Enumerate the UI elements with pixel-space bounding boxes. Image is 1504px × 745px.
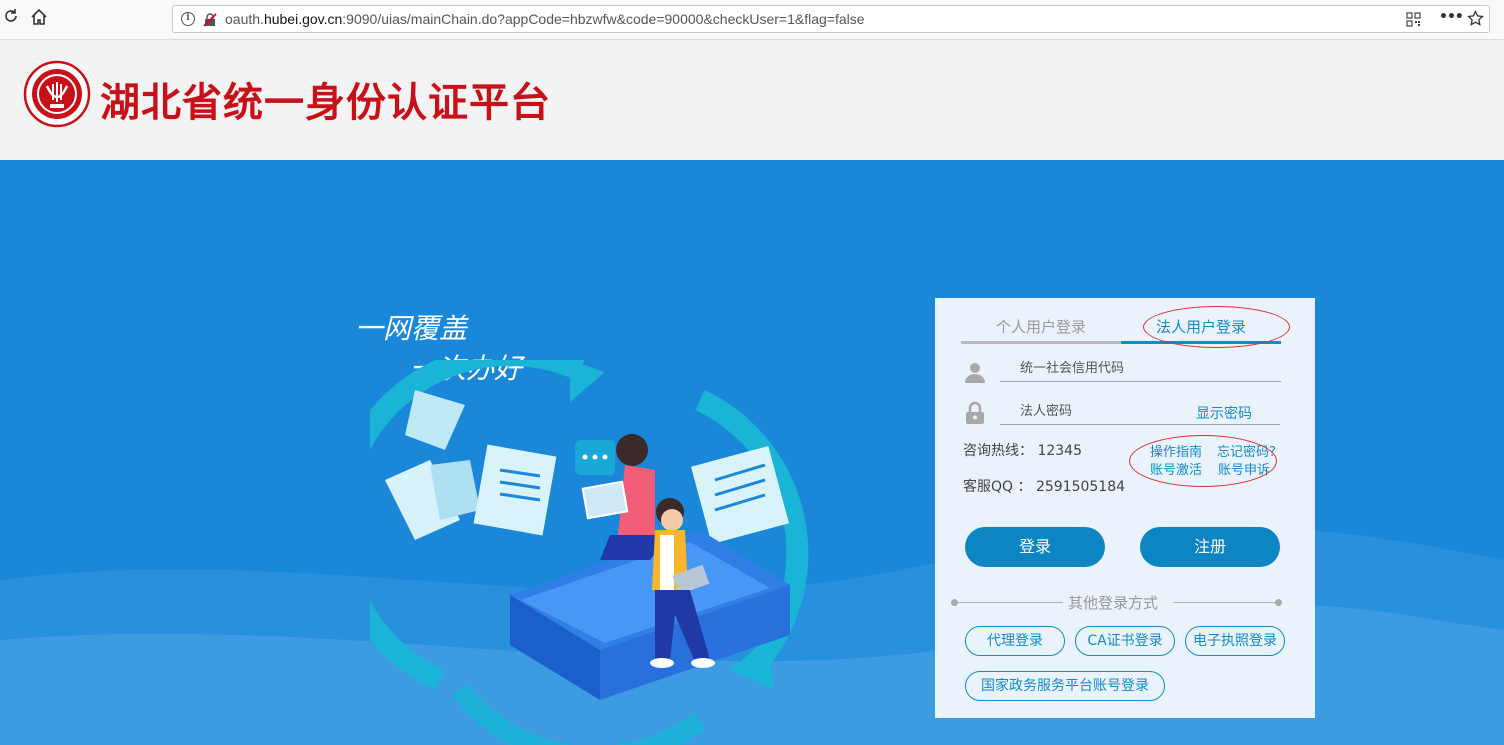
bookmark-star-icon[interactable] — [1467, 9, 1484, 31]
lock-icon — [963, 401, 987, 425]
e-license-login-button[interactable]: 电子执照登录 — [1185, 626, 1285, 656]
home-icon[interactable] — [28, 8, 50, 30]
hotline-text: 咨询热线： 12345 — [963, 443, 1082, 459]
info-icon[interactable]: i — [181, 12, 195, 26]
agent-login-button[interactable]: 代理登录 — [965, 626, 1065, 656]
site-title: 湖北省统一身份认证平台 — [100, 79, 551, 126]
slogan-line-1: 一网覆盖 — [355, 312, 468, 345]
browser-toolbar: i oauth.hubei.gov.cn:9090/uias/mainChain… — [0, 0, 1504, 40]
user-icon — [963, 360, 987, 384]
site-header: 湖北省统一身份认证平台 — [0, 40, 1504, 160]
qq-service-text: 客服QQ ： 2591505184 — [963, 479, 1126, 495]
register-button[interactable]: 注册 — [1140, 527, 1280, 567]
other-login-methods-label: 其他登录方式 — [1068, 594, 1159, 612]
credit-code-field[interactable] — [1000, 356, 1281, 382]
divider-dot-right — [1275, 599, 1282, 606]
address-bar[interactable]: i oauth.hubei.gov.cn:9090/uias/mainChain… — [172, 5, 1490, 33]
login-button[interactable]: 登录 — [965, 527, 1105, 567]
people-with-laptops-illustration — [370, 360, 809, 745]
national-platform-login-button[interactable]: 国家政务服务平台账号登录 — [965, 671, 1165, 701]
url-text[interactable]: oauth.hubei.gov.cn:9090/uias/mainChain.d… — [225, 11, 865, 27]
credit-code-input[interactable] — [1000, 356, 1281, 380]
show-password-link[interactable]: 显示密码 — [1196, 403, 1252, 423]
insecure-lock-icon[interactable] — [203, 12, 217, 27]
qr-code-icon[interactable] — [1406, 12, 1421, 31]
login-panel: 个人用户登录 法人用户登录 显示密码 咨询热线： 12345 客服QQ ： 25… — [935, 298, 1315, 718]
page-actions-menu[interactable]: ••• — [1439, 9, 1464, 25]
reload-icon[interactable] — [0, 8, 22, 30]
divider-line-left — [957, 602, 1063, 603]
hubei-emblem-logo — [23, 60, 91, 128]
divider-line-right — [1173, 602, 1275, 603]
tab-personal-login[interactable]: 个人用户登录 — [961, 316, 1121, 344]
ca-cert-login-button[interactable]: CA证书登录 — [1075, 626, 1175, 656]
annotation-ellipse-tab — [1143, 306, 1290, 348]
annotation-ellipse-links — [1129, 435, 1277, 487]
